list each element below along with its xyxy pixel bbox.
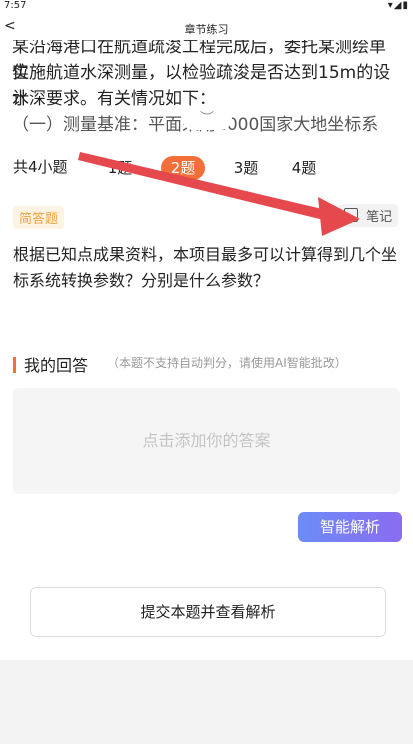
nav-bar: < 章节练习 <box>0 12 413 42</box>
note-icon <box>344 208 358 222</box>
ai-analysis-button[interactable]: 智能解析 <box>298 512 402 542</box>
heading-accent-bar <box>13 357 16 373</box>
note-button[interactable]: 笔记 <box>338 204 399 227</box>
answer-heading: 我的回答 <box>13 352 88 376</box>
tab-question-3[interactable]: 3题 <box>224 156 268 180</box>
question-type-badge: 简答题 <box>13 206 65 229</box>
question-sheet: 共4小题 1题 2题 3题 4题 简答题 笔记 根据已知点成果资料，本项目最多可… <box>0 134 413 660</box>
question-text: 根据已知点成果资料，本项目最多可以计算得到几个坐标系统转换参数？分别是什么参数？ <box>13 245 398 290</box>
tab-question-1[interactable]: 1题 <box>98 156 142 180</box>
page-title: 章节练习 <box>184 23 229 36</box>
note-label: 笔记 <box>366 210 393 225</box>
collapse-handle-icon[interactable]: ︶ <box>182 108 232 130</box>
answer-input[interactable]: 点击添加你的答案 <box>13 388 400 494</box>
submit-button[interactable]: 提交本题并查看解析 <box>30 587 386 637</box>
status-bar: 7:57 ▾◢▮ <box>0 0 413 12</box>
tab-question-4[interactable]: 4题 <box>282 156 326 180</box>
tab-question-2[interactable]: 2题 <box>161 156 205 180</box>
status-time: 7:57 <box>4 0 27 11</box>
question-count: 共4小题 <box>13 158 68 176</box>
status-icons: ▾◢▮ <box>387 0 409 11</box>
answer-heading-label: 我的回答 <box>24 356 89 375</box>
answer-hint: （本题不支持自动判分，请使用AI智能批改） <box>107 356 347 370</box>
